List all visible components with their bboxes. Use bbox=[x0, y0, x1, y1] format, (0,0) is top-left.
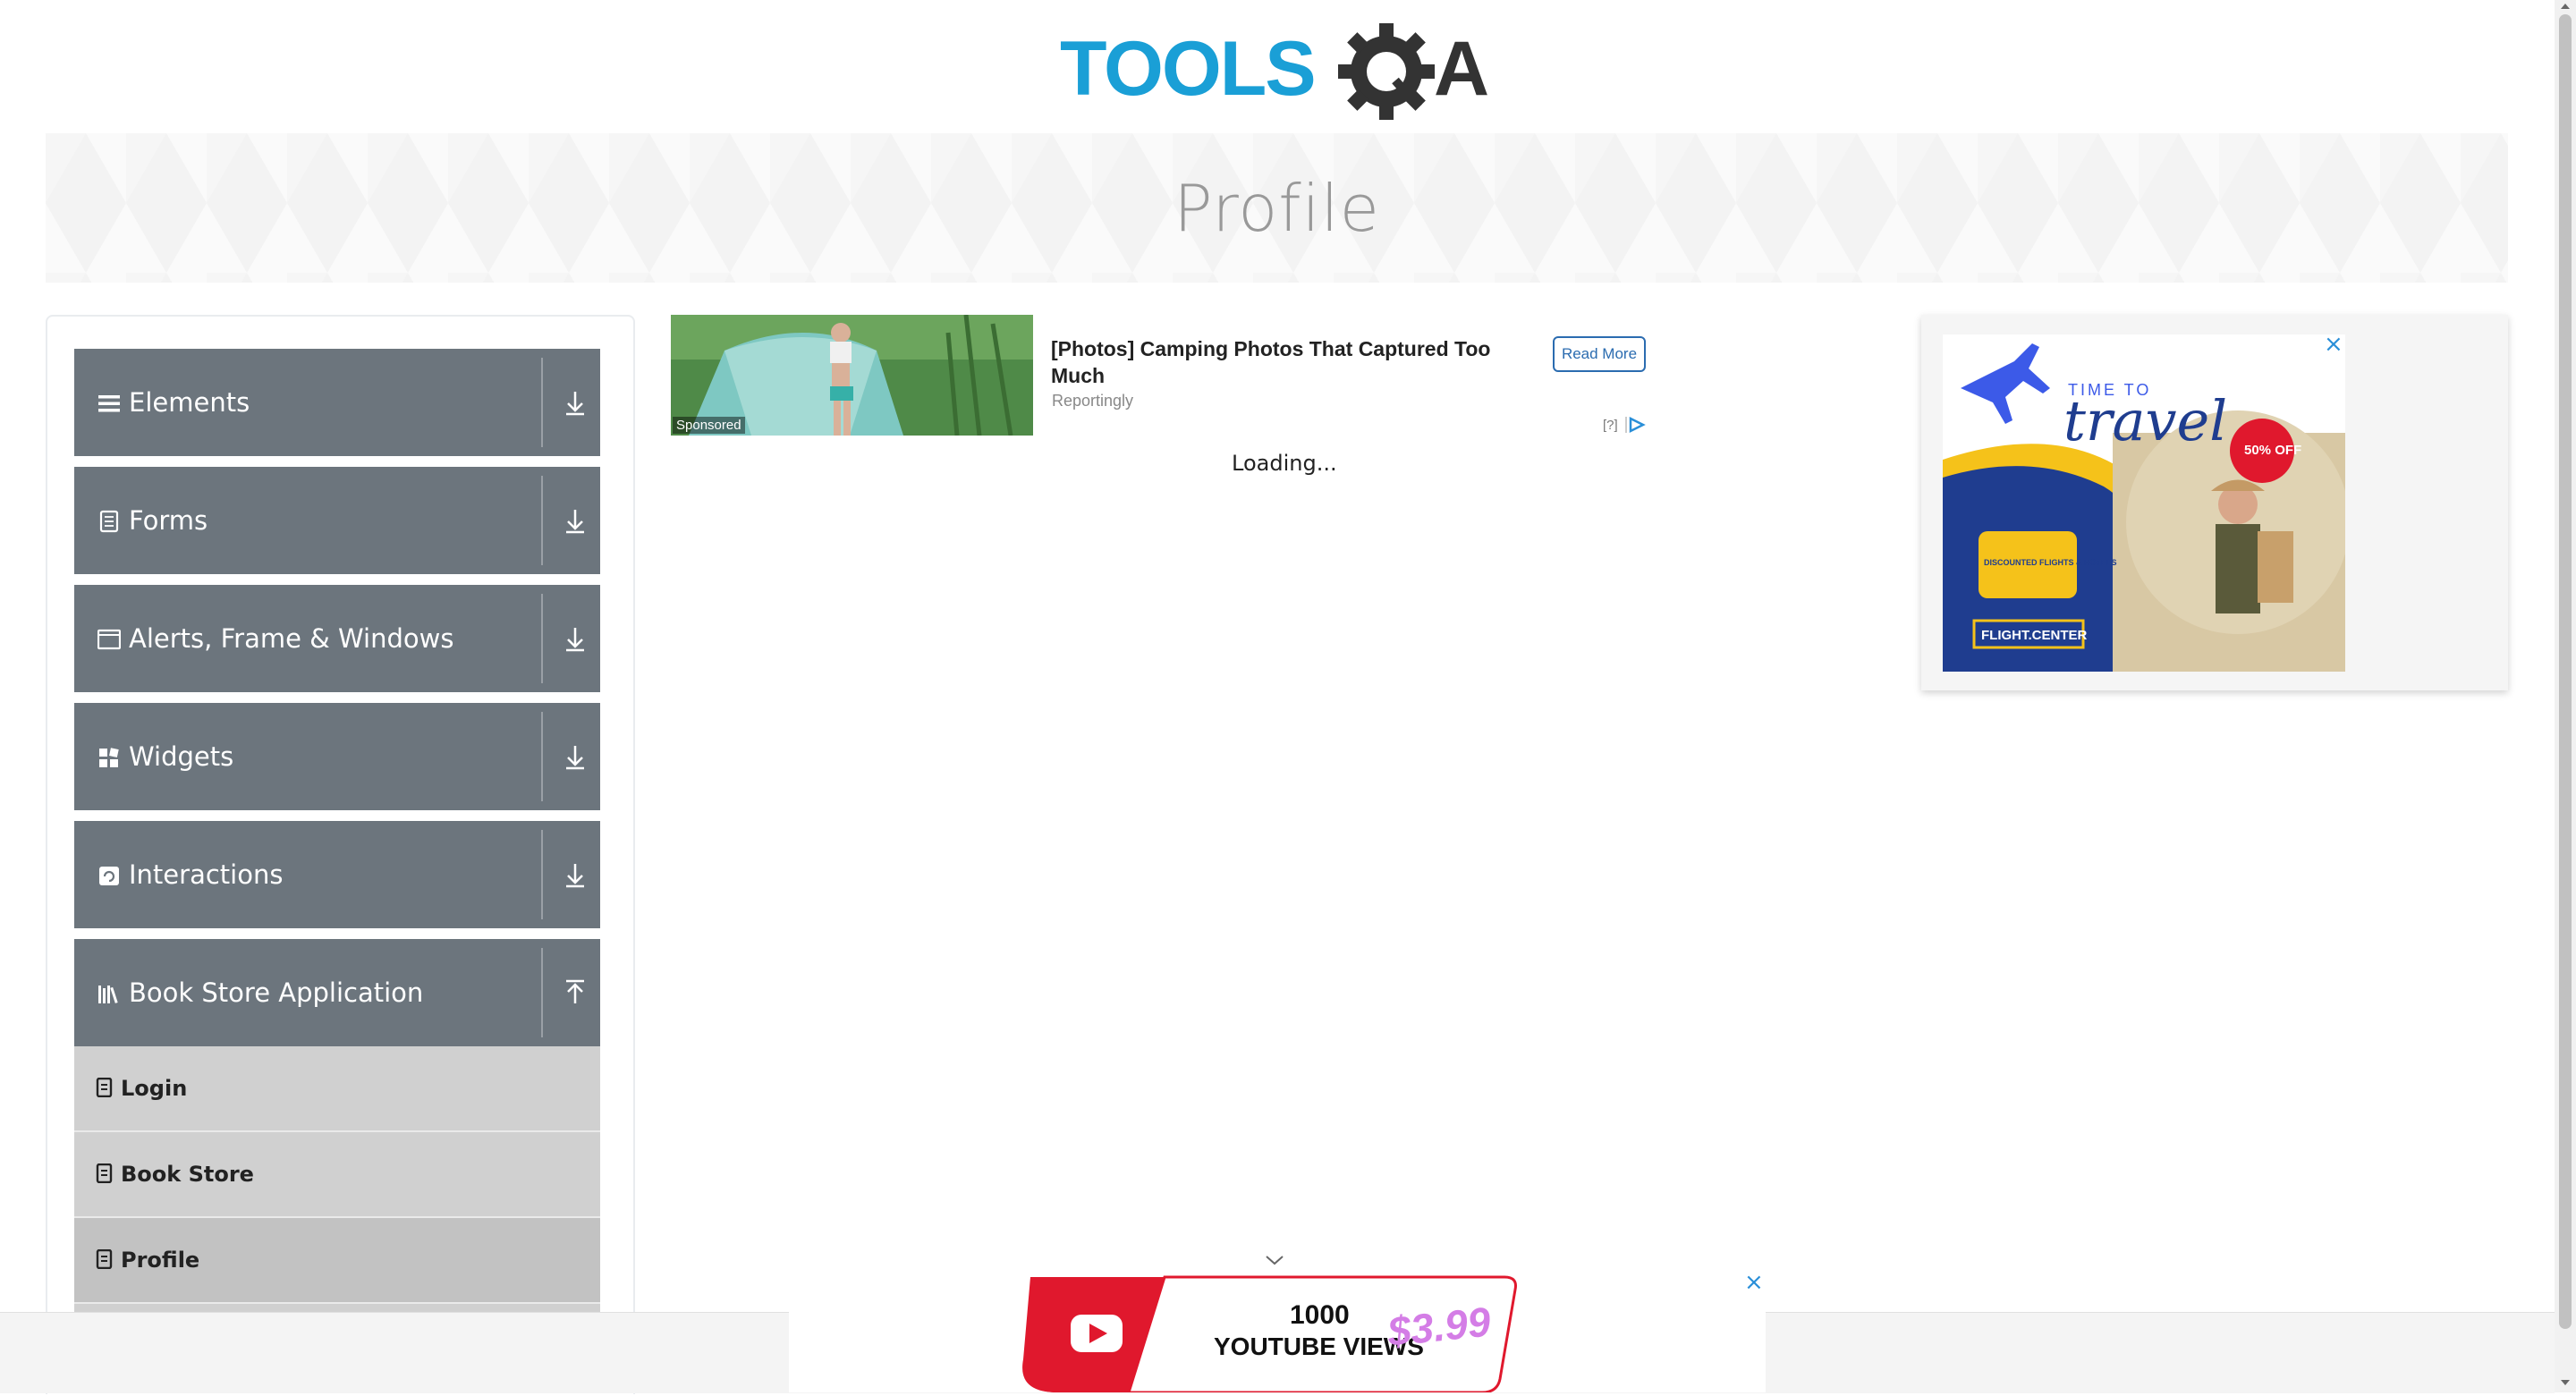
list-icon bbox=[96, 1078, 113, 1097]
sidebar-item-book-store[interactable]: Book Store bbox=[74, 1132, 600, 1218]
download-arrow-icon[interactable] bbox=[557, 501, 593, 540]
travel-ad-large-headline: travel bbox=[2063, 388, 2227, 453]
download-arrow-icon[interactable] bbox=[557, 383, 593, 422]
download-arrow-icon[interactable] bbox=[557, 737, 593, 776]
divider bbox=[541, 358, 543, 447]
youtube-ad-line1: 1000 bbox=[1290, 1300, 1350, 1330]
divider bbox=[541, 830, 543, 919]
scrollbar-thumb[interactable] bbox=[2559, 14, 2572, 1329]
scroll-down-icon[interactable] bbox=[2560, 1378, 2571, 1387]
page-title: Profile bbox=[1174, 170, 1380, 246]
sidebar-item-profile[interactable]: Profile bbox=[74, 1218, 600, 1304]
sidebar-group-forms[interactable]: Forms bbox=[74, 467, 600, 574]
toolsqa-logo[interactable]: TOOLS A bbox=[1060, 16, 1498, 122]
divider bbox=[541, 476, 543, 565]
sidebar-group-label: Alerts, Frame & Windows bbox=[129, 623, 454, 654]
divider bbox=[541, 594, 543, 683]
gear-icon bbox=[1338, 23, 1435, 120]
sidebar-group-book-store-application[interactable]: Book Store Application bbox=[74, 939, 600, 1046]
hamburger-icon bbox=[98, 395, 120, 412]
upload-arrow-icon[interactable] bbox=[557, 973, 593, 1012]
download-arrow-icon[interactable] bbox=[557, 855, 593, 894]
travel-ad[interactable]: TIME TO travel 50% OFF DISCOUNTED FLIGHT… bbox=[1943, 334, 2345, 672]
sidebar-group-label: Widgets bbox=[129, 741, 234, 772]
page-banner: Profile bbox=[46, 133, 2508, 283]
list-icon bbox=[96, 1163, 113, 1183]
sidebar-group-elements[interactable]: Elements bbox=[74, 349, 600, 456]
sidebar-group-label: Interactions bbox=[129, 859, 284, 890]
document-icon bbox=[99, 510, 119, 533]
sidebar-item-login[interactable]: Login bbox=[74, 1046, 600, 1132]
sidebar-group-interactions[interactable]: Interactions bbox=[74, 821, 600, 928]
sidebar-panel: Elements Forms Alerts, Frame & Windows W… bbox=[46, 315, 635, 1394]
sidebar-group-label: Elements bbox=[129, 387, 250, 418]
logo-text-tools: TOOLS bbox=[1060, 26, 1315, 112]
books-icon bbox=[98, 986, 118, 1003]
travel-ad-discount: 50% OFF bbox=[2244, 443, 2301, 458]
sidebar-group-alerts[interactable]: Alerts, Frame & Windows bbox=[74, 585, 600, 692]
ad-headline[interactable]: [Photos] Camping Photos That Captured To… bbox=[1051, 335, 1516, 389]
sidebar-item-label: Book Store bbox=[121, 1162, 254, 1187]
close-bottom-ad-icon[interactable]: × bbox=[1744, 1270, 1764, 1295]
youtube-views-ad-graphic: 1000 YOUTUBE VIEWS $3.99 bbox=[1022, 1275, 1517, 1394]
sidebar-item-label: Profile bbox=[121, 1248, 200, 1273]
travel-ad-brand: FLIGHT.CENTER bbox=[1981, 628, 2087, 643]
loading-text: Loading... bbox=[1232, 451, 1337, 476]
sponsored-label: Sponsored bbox=[673, 417, 745, 434]
chevron-down-icon[interactable] bbox=[1263, 1248, 1286, 1272]
read-more-button[interactable]: Read More bbox=[1553, 336, 1646, 372]
youtube-views-ad[interactable]: 1000 YOUTUBE VIEWS $3.99 bbox=[789, 1270, 1766, 1394]
travel-ad-box-text: DISCOUNTED FLIGHTS & HOTELS bbox=[1984, 558, 2117, 567]
scroll-up-icon[interactable] bbox=[2560, 2, 2571, 11]
divider bbox=[541, 712, 543, 801]
ad-help-link[interactable]: [?] bbox=[1603, 418, 1618, 433]
divider bbox=[541, 948, 543, 1037]
download-arrow-icon[interactable] bbox=[557, 619, 593, 658]
close-ad-icon[interactable]: × bbox=[2324, 333, 2343, 356]
ad-source[interactable]: Reportingly bbox=[1052, 392, 1133, 410]
travel-ad-graphic: TIME TO travel 50% OFF DISCOUNTED FLIGHT… bbox=[1943, 334, 2345, 672]
sidebar-group-label: Forms bbox=[129, 505, 208, 536]
sidebar-item-label: Login bbox=[121, 1076, 188, 1101]
grid-icon bbox=[99, 748, 119, 767]
list-icon bbox=[96, 1249, 113, 1269]
adchoices-icon[interactable] bbox=[1624, 415, 1646, 435]
window-icon bbox=[97, 629, 121, 650]
sidebar-group-widgets[interactable]: Widgets bbox=[74, 703, 600, 810]
toolsqa-logo-graphic: TOOLS A bbox=[1060, 23, 1489, 120]
box-icon bbox=[99, 867, 119, 885]
sidebar-group-label: Book Store Application bbox=[129, 977, 424, 1008]
logo-text-a: A bbox=[1434, 26, 1489, 112]
